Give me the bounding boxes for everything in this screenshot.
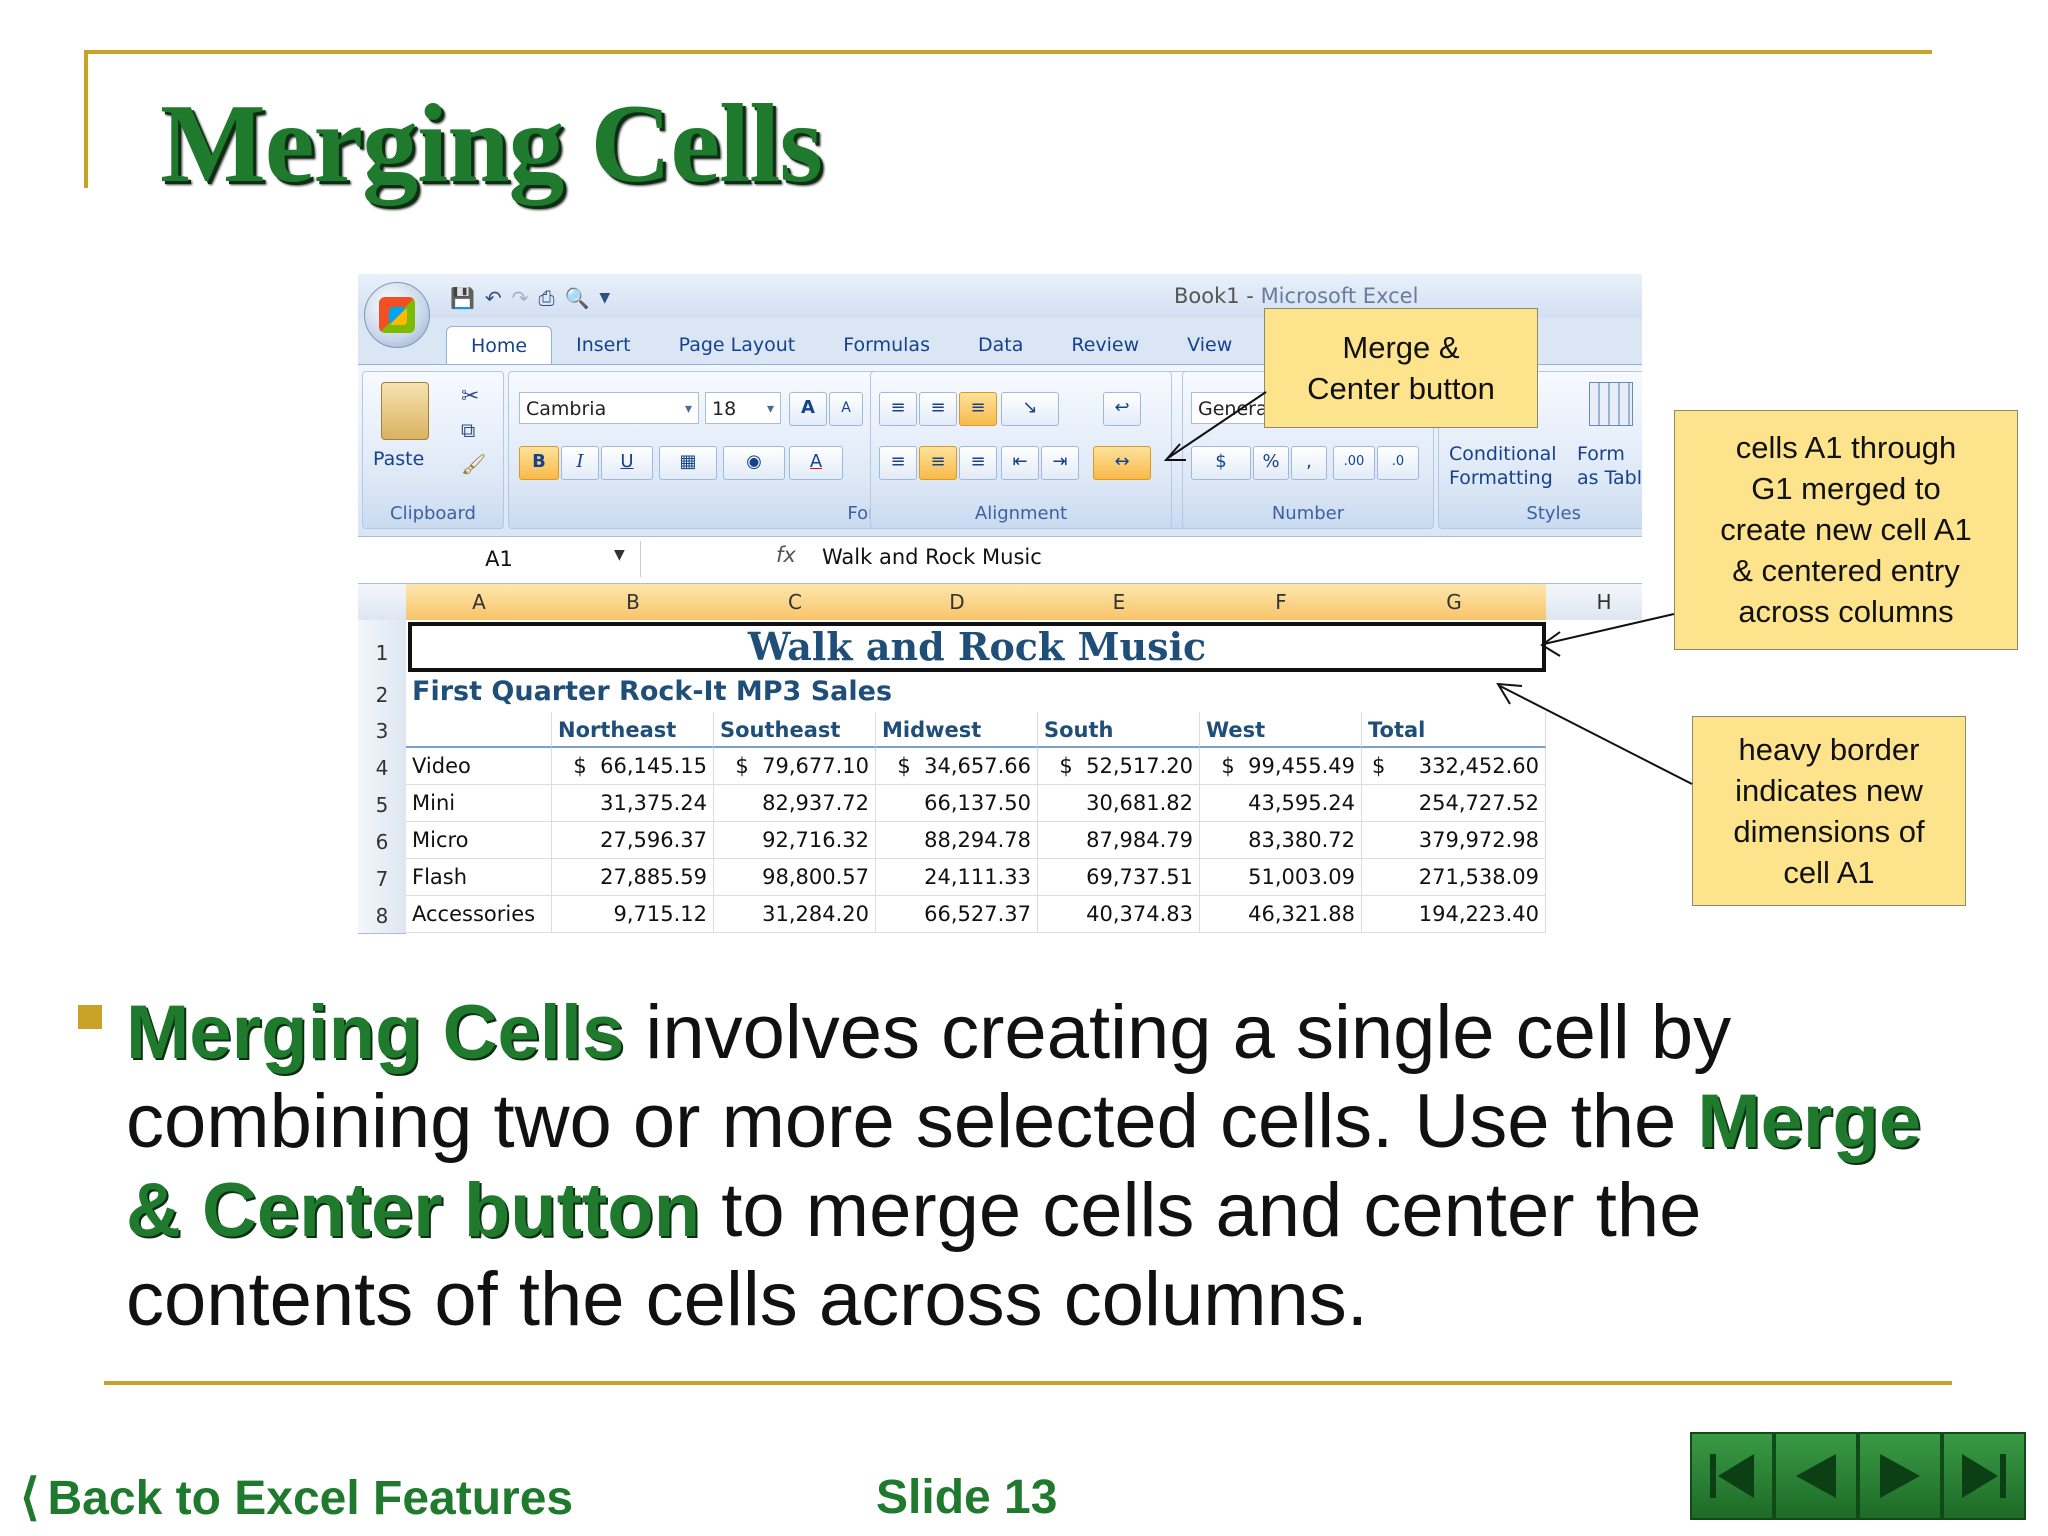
pointer-cells-merged-line	[1543, 613, 1675, 645]
pointer-cells-merged-arrowhead	[1540, 631, 1561, 657]
keyword-merging-cells: Merging Cells	[126, 990, 625, 1075]
previous-slide-button[interactable]	[1774, 1432, 1858, 1520]
last-slide-icon	[1962, 1454, 2006, 1498]
body-paragraph: Merging Cells involves creating a single…	[126, 988, 1946, 1344]
previous-slide-icon	[1796, 1454, 1836, 1498]
pointer-merge-button-line	[1167, 391, 1267, 459]
slide-nav-bar	[1690, 1432, 2028, 1520]
first-slide-icon	[1710, 1454, 1754, 1498]
next-slide-button[interactable]	[1858, 1432, 1942, 1520]
back-link[interactable]: ⟨ Back to Excel Features	[20, 1468, 573, 1526]
bullet-marker	[78, 1005, 102, 1029]
slide-number: Slide 13	[876, 1471, 1058, 1524]
last-slide-button[interactable]	[1942, 1432, 2026, 1520]
back-arrow-icon: ⟨	[20, 1469, 40, 1525]
next-slide-icon	[1880, 1454, 1920, 1498]
pointer-heavy-border-line	[1499, 685, 1693, 785]
first-slide-button[interactable]	[1690, 1432, 1774, 1520]
